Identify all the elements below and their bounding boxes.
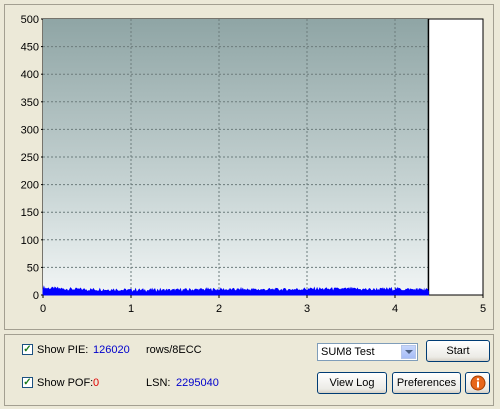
lsn-label: LSN:: [146, 377, 171, 389]
view-log-button[interactable]: View Log: [317, 372, 387, 394]
show-pie-checkbox[interactable]: ✓: [22, 344, 33, 355]
chevron-down-icon[interactable]: [401, 345, 416, 359]
lsn-value: 2295040: [176, 377, 219, 389]
y-tick-label: 250: [21, 152, 39, 164]
test-type-value: SUM8 Test: [321, 346, 375, 358]
y-tick-label: 300: [21, 124, 39, 136]
x-tick-label: 0: [40, 303, 46, 315]
x-tick-label: 3: [304, 303, 310, 315]
y-tick-label: 450: [21, 42, 39, 54]
show-pof-checkbox[interactable]: ✓: [22, 377, 33, 388]
test-type-select[interactable]: SUM8 Test: [317, 343, 418, 361]
y-tick-label: 0: [33, 290, 39, 302]
pof-count-value: 0: [93, 377, 100, 389]
preferences-button[interactable]: Preferences: [392, 372, 461, 394]
pie-count-value: 126020: [93, 344, 130, 356]
controls-panel: ✓ Show PIE: 126020 rows/8ECC ✓ Show POF:…: [4, 334, 494, 406]
x-tick-label: 1: [128, 303, 134, 315]
chart-panel: 0 50 100 150 200 250 300 350 400 450 500 0 1 2 3 4 5: [4, 4, 494, 330]
y-tick-label: 150: [21, 207, 39, 219]
y-tick-label: 50: [27, 262, 39, 274]
y-tick-label: 200: [21, 180, 39, 192]
info-icon: [470, 375, 485, 391]
show-pof-label: Show POF:: [37, 377, 94, 389]
y-tick-label: 350: [21, 97, 39, 109]
x-tick-label: 2: [216, 303, 222, 315]
info-button[interactable]: [465, 372, 490, 394]
start-button[interactable]: Start: [426, 340, 490, 362]
x-tick-label: 5: [480, 303, 486, 315]
y-tick-label: 100: [21, 235, 39, 247]
pie-unit-label: rows/8ECC: [146, 344, 202, 356]
y-tick-label: 400: [21, 69, 39, 81]
x-tick-label: 4: [392, 303, 398, 315]
show-pie-label: Show PIE:: [37, 344, 89, 356]
pie-chart: 0 50 100 150 200 250 300 350 400 450 500 0 1 2 3 4 5: [21, 14, 486, 315]
y-tick-label: 500: [21, 14, 39, 26]
